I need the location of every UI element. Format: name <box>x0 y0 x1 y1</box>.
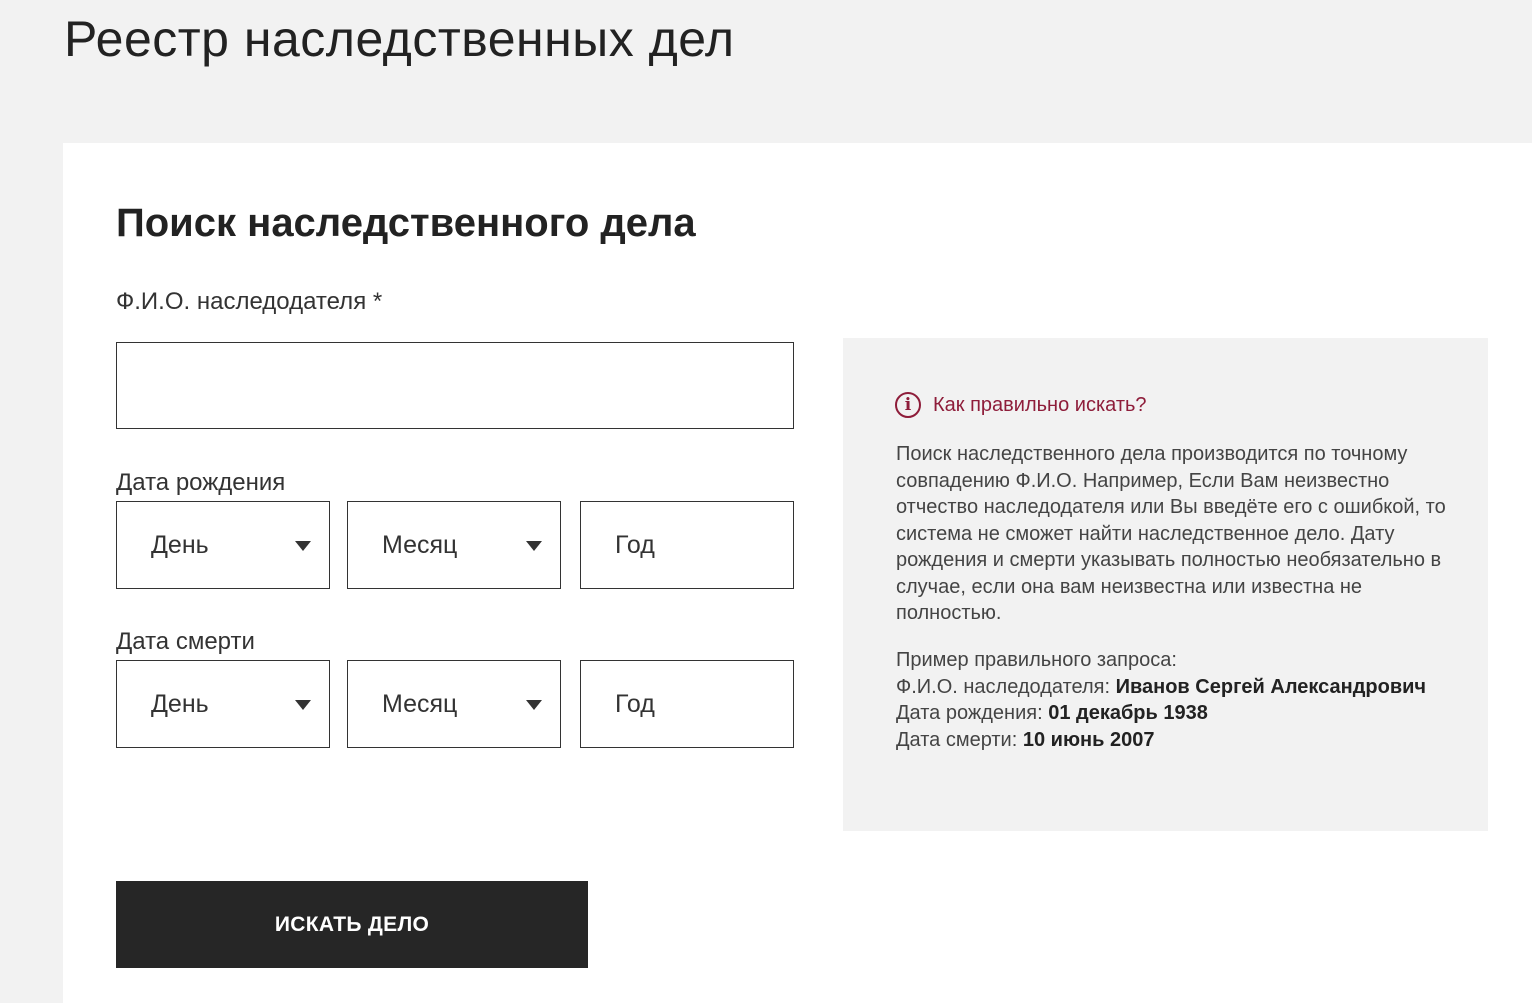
death-year-input[interactable] <box>580 660 794 748</box>
death-month-select[interactable]: Месяц <box>347 660 561 748</box>
example-title: Пример правильного запроса: <box>896 649 1177 671</box>
hint-body: Поиск наследственного дела производится … <box>896 443 1446 624</box>
page-title: Реестр наследственных дел <box>64 11 735 67</box>
search-case-button[interactable]: ИСКАТЬ ДЕЛО <box>116 881 588 968</box>
chevron-down-icon <box>295 541 311 551</box>
info-icon: i <box>895 392 921 418</box>
birth-month-select[interactable]: Месяц <box>347 501 561 589</box>
example-birth-label: Дата рождения: <box>896 702 1049 724</box>
search-hint-panel: i Как правильно искать? Поиск наследстве… <box>843 338 1488 831</box>
death-day-select-label: День <box>151 689 209 718</box>
fio-label: Ф.И.О. наследодателя * <box>116 288 383 315</box>
fio-input[interactable] <box>116 342 794 429</box>
form-title: Поиск наследственного дела <box>116 201 696 245</box>
example-fio: Ф.И.О. наследодателя: Иванов Сергей Алек… <box>896 674 1446 701</box>
example-fio-label: Ф.И.О. наследодателя: <box>896 675 1116 698</box>
hint-header: i Как правильно искать? <box>895 392 1147 418</box>
birth-day-select-label: День <box>151 530 209 559</box>
search-card: Поиск наследственного дела Ф.И.О. наслед… <box>63 143 1532 1003</box>
birth-date-label: Дата рождения <box>116 469 286 496</box>
chevron-down-icon <box>526 541 542 551</box>
example-death-label: Дата смерти: <box>896 728 1023 751</box>
chevron-down-icon <box>295 700 311 710</box>
example-birth: Дата рождения: 01 декабрь 1938 <box>896 700 1446 727</box>
birth-year-input[interactable] <box>580 501 794 589</box>
chevron-down-icon <box>526 700 542 710</box>
death-date-label: Дата смерти <box>116 628 255 655</box>
hint-example: Пример правильного запроса: Ф.И.О. насле… <box>896 647 1446 753</box>
example-death: Дата смерти: 10 июнь 2007 <box>896 727 1446 754</box>
hint-title: Как правильно искать? <box>933 393 1147 416</box>
example-fio-value: Иванов Сергей Александрович <box>1115 675 1427 698</box>
death-day-select[interactable]: День <box>116 660 330 748</box>
death-month-select-label: Месяц <box>382 689 458 718</box>
birth-day-select[interactable]: День <box>116 501 330 589</box>
birth-month-select-label: Месяц <box>382 530 458 559</box>
example-death-value: 10 июнь 2007 <box>1022 728 1155 751</box>
example-birth-value: 01 декабрь 1938 <box>1048 702 1208 724</box>
